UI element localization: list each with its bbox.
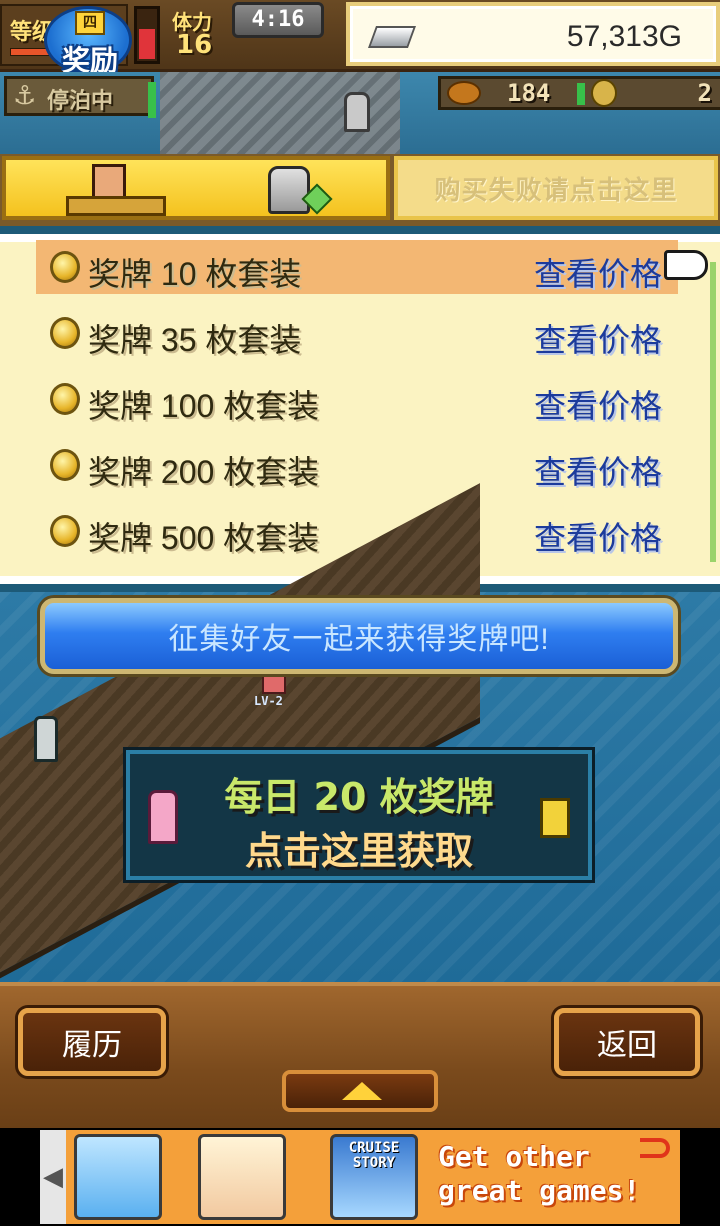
gold-value: 57,313G <box>566 20 682 53</box>
silver-bar-icon <box>367 26 417 48</box>
docked-label: 停泊中 <box>47 89 114 114</box>
daily-medals-button[interactable]: 每日 20 枚奖牌 点击这里获取 <box>126 750 592 880</box>
view-price-link[interactable]: 查看价格 <box>534 315 662 361</box>
medal-coin-icon <box>50 317 80 349</box>
medal-coin-icon <box>50 449 80 481</box>
view-price-link[interactable]: 查看价格 <box>534 381 662 427</box>
package-item-200[interactable]: 奖牌 200 枚套装 查看价格 <box>36 438 678 492</box>
package-item-35[interactable]: 奖牌 35 枚套装 查看价格 <box>36 306 678 360</box>
view-price-link[interactable]: 查看价格 <box>534 447 662 493</box>
docked-indicator <box>148 82 156 118</box>
stamina-gauge <box>134 6 160 64</box>
back-label: 返回 <box>597 1029 657 1062</box>
return-arrow-icon <box>640 1138 670 1158</box>
medal-coin-icon <box>50 251 80 283</box>
expand-menu-button[interactable] <box>282 1070 438 1112</box>
clock: 4:16 <box>232 2 324 38</box>
medal-coin-icon <box>50 383 80 415</box>
history-button[interactable]: 履历 <box>18 1008 166 1076</box>
top-hud: 等级 四 奖励 体力 16 4:16 57,313G <box>0 0 720 77</box>
medal-icon <box>591 79 617 107</box>
invite-friends-banner[interactable]: 征集好友一起来获得奖牌吧! <box>40 598 678 674</box>
robot-character-icon <box>540 798 570 838</box>
reward-button[interactable]: 四 奖励 <box>44 6 132 77</box>
bottom-nav-bar: 履历 返回 <box>0 982 720 1128</box>
ad-content[interactable]: ◀ CRUISE STORY Get other great games! <box>40 1130 680 1224</box>
docked-badge: ⚓ 停泊中 <box>4 76 154 116</box>
daily-medals-cta: 点击这里获取 <box>244 829 473 873</box>
package-item-100[interactable]: 奖牌 100 枚套装 查看价格 <box>36 372 678 426</box>
stamina-fill <box>139 29 155 59</box>
shop-counter-icon <box>66 196 166 216</box>
ad-banner: ◀ CRUISE STORY Get other great games! <box>0 1128 720 1226</box>
triangle-up-icon <box>342 1082 382 1100</box>
package-name: 奖牌 100 枚套装 <box>88 388 320 424</box>
food-count: 184 <box>507 79 551 107</box>
food-icon <box>447 81 481 105</box>
get-games-link[interactable]: Get other great games! <box>438 1140 674 1208</box>
package-name: 奖牌 200 枚套装 <box>88 454 320 490</box>
view-price-link[interactable]: 查看价格 <box>534 249 662 295</box>
reward-gift-icon: 四 <box>75 11 105 35</box>
knight-icon <box>268 166 310 214</box>
food-indicator <box>577 83 585 105</box>
pointing-hand-icon <box>664 250 708 280</box>
game-icon-rocket[interactable] <box>74 1134 162 1220</box>
invite-text: 征集好友一起来获得奖牌吧! <box>168 623 550 656</box>
daily-medals-title: 每日 20 枚奖牌 <box>224 775 494 819</box>
medal-coin-icon <box>50 515 80 547</box>
level-tag: LV-2 <box>254 694 283 708</box>
back-button[interactable]: 返回 <box>554 1008 700 1076</box>
resource-bar: 184 2 <box>438 76 720 110</box>
anchor-icon: ⚓ <box>13 81 37 111</box>
cruise-story-label: CRUISE STORY <box>348 1140 400 1171</box>
package-item-10[interactable]: 奖牌 10 枚套装 查看价格 <box>36 240 678 294</box>
list-scrollbar[interactable] <box>710 262 716 562</box>
purchase-failed-button[interactable]: 购买失败请点击这里 <box>394 156 718 220</box>
flask-icon <box>262 672 286 694</box>
view-price-link[interactable]: 查看价格 <box>534 513 662 559</box>
shop-tab[interactable] <box>2 156 390 220</box>
history-label: 履历 <box>62 1029 122 1062</box>
purchase-failed-label: 购买失败请点击这里 <box>434 175 678 206</box>
medal-count: 2 <box>697 79 712 107</box>
package-name: 奖牌 35 枚套装 <box>88 322 302 358</box>
shop-tab-bar: 购买失败请点击这里 <box>0 154 720 226</box>
ad-scroll-left-icon[interactable]: ◀ <box>40 1130 66 1224</box>
game-icon-fashion[interactable] <box>198 1134 286 1220</box>
lamp-icon <box>344 92 370 132</box>
package-name: 奖牌 500 枚套装 <box>88 520 320 556</box>
game-icon-cruise[interactable]: CRUISE STORY <box>330 1134 418 1220</box>
stamina-value: 16 <box>176 30 213 60</box>
package-name: 奖牌 10 枚套装 <box>88 256 302 292</box>
gold-panel: 57,313G <box>346 2 720 66</box>
crew-member-icon <box>34 716 58 762</box>
